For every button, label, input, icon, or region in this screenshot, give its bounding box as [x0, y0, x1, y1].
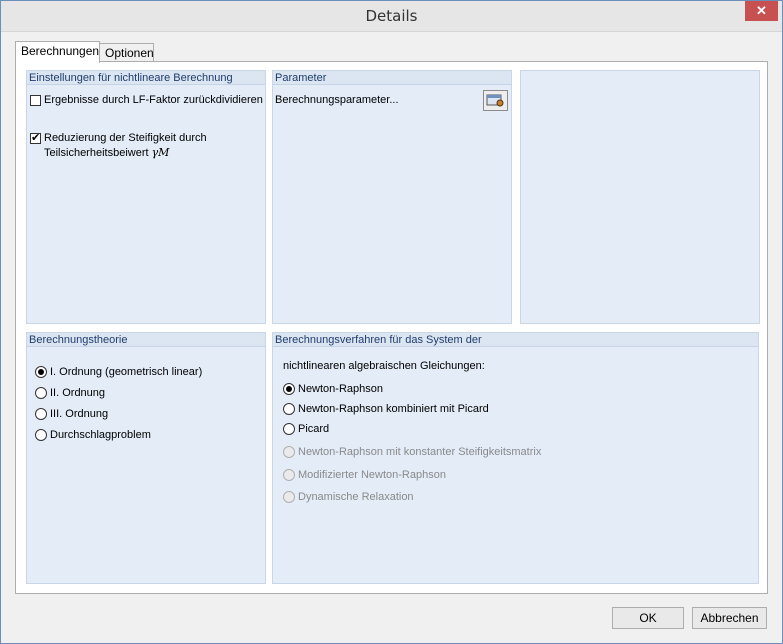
method-radio-dynamic-relaxation: [283, 491, 295, 503]
parameter-group-header: Parameter: [273, 71, 511, 85]
cancel-button[interactable]: Abbrechen: [692, 607, 767, 629]
tab-berechnungen[interactable]: Berechnungen: [15, 41, 100, 63]
theory-label-second-order: II. Ordnung: [50, 387, 106, 399]
details-dialog: Details ✕ Berechnungen Optionen Einstell…: [0, 0, 783, 644]
method-label-modified-newton: Modifizierter Newton-Raphson: [298, 469, 446, 481]
stiffness-reduction-label-line1: Reduzierung der Steifigkeit durch: [44, 132, 207, 144]
method-group: Berechnungsverfahren für das System der …: [272, 332, 759, 584]
close-icon[interactable]: ✕: [745, 1, 778, 21]
method-subheader: nichtlinearen algebraischen Gleichungen:: [283, 360, 485, 372]
theory-label-first-order: I. Ordnung (geometrisch linear): [50, 366, 203, 378]
method-label-picard: Picard: [298, 423, 330, 435]
theory-label-snap-through: Durchschlagproblem: [50, 429, 151, 441]
theory-radio-third-order[interactable]: [35, 408, 47, 420]
method-label-newton-raphson: Newton-Raphson: [298, 383, 383, 395]
settings-group: Einstellungen für nichtlineare Berechnun…: [26, 70, 266, 324]
settings-dialog-icon-graphic: [486, 94, 504, 107]
window-title: Details: [365, 7, 418, 25]
method-label-constant-stiffness: Newton-Raphson mit konstanter Steifigkei…: [298, 446, 542, 458]
parameter-label: Berechnungsparameter...: [275, 94, 399, 106]
settings-dialog-icon[interactable]: [483, 90, 508, 111]
method-radio-newton-raphson[interactable]: [283, 383, 295, 395]
settings-group-header: Einstellungen für nichtlineare Berechnun…: [27, 71, 265, 85]
method-radio-newton-picard[interactable]: [283, 403, 295, 415]
lf-factor-label: Ergebnisse durch LF-Faktor zurückdividie…: [44, 94, 263, 106]
title-bar: Details ✕: [1, 1, 782, 32]
theory-group-header: Berechnungstheorie: [27, 333, 265, 347]
method-group-header: Berechnungsverfahren für das System der: [273, 333, 758, 347]
method-label-dynamic-relaxation: Dynamische Relaxation: [298, 491, 414, 503]
lf-factor-checkbox[interactable]: [30, 95, 41, 106]
empty-panel: [520, 70, 760, 324]
theory-radio-second-order[interactable]: [35, 387, 47, 399]
theory-radio-first-order[interactable]: [35, 366, 47, 378]
ok-button[interactable]: OK: [612, 607, 684, 629]
tab-optionen[interactable]: Optionen: [99, 43, 154, 63]
theory-label-third-order: III. Ordnung: [50, 408, 109, 420]
method-label-newton-picard: Newton-Raphson kombiniert mit Picard: [298, 403, 489, 415]
theory-radio-snap-through[interactable]: [35, 429, 47, 441]
parameter-group: Parameter Berechnungsparameter...: [272, 70, 512, 324]
tab-panel: Einstellungen für nichtlineare Berechnun…: [15, 61, 768, 594]
stiffness-reduction-label-line2: Teilsicherheitsbeiwert γM: [44, 146, 170, 159]
method-radio-picard[interactable]: [283, 423, 295, 435]
method-radio-modified-newton: [283, 469, 295, 481]
method-radio-constant-stiffness: [283, 446, 295, 458]
theory-group: Berechnungstheorie I. Ordnung (geometris…: [26, 332, 266, 584]
stiffness-reduction-checkbox[interactable]: ✔: [30, 133, 41, 144]
gamma-m-symbol: γM: [151, 146, 170, 159]
